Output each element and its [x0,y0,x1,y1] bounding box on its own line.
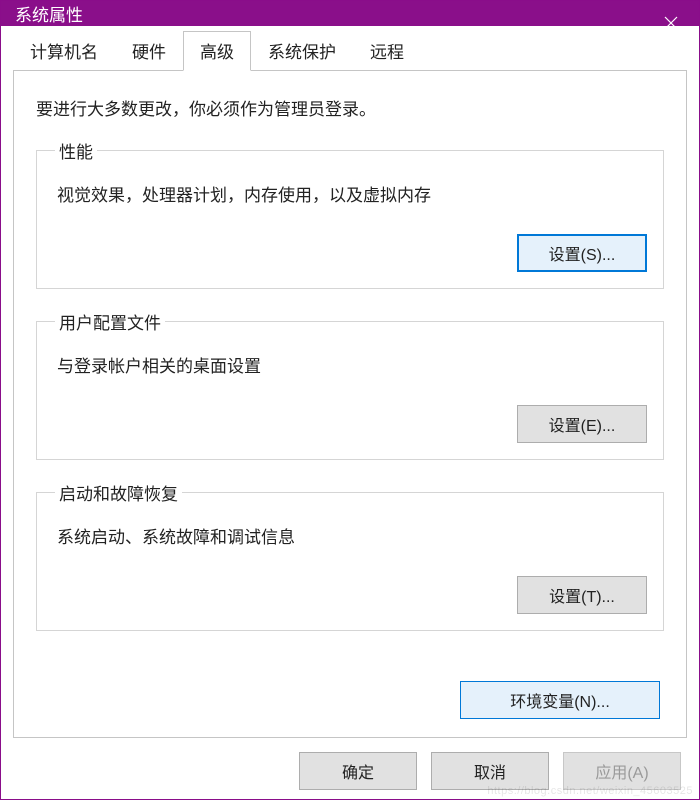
dialog-footer: 确定 取消 应用(A) [13,738,687,792]
startup-recovery-desc: 系统启动、系统故障和调试信息 [57,523,647,548]
user-profiles-group: 用户配置文件 与登录帐户相关的桌面设置 设置(E)... [36,309,664,460]
tab-hardware[interactable]: 硬件 [115,31,183,70]
performance-group: 性能 视觉效果，处理器计划，内存使用，以及虚拟内存 设置(S)... [36,138,664,289]
tab-remote[interactable]: 远程 [353,31,421,70]
performance-desc: 视觉效果，处理器计划，内存使用，以及虚拟内存 [57,181,647,206]
advanced-tab-page: 要进行大多数更改，你必须作为管理员登录。 性能 视觉效果，处理器计划，内存使用，… [13,70,687,738]
environment-variables-button[interactable]: 环境变量(N)... [460,681,660,719]
system-properties-window: 系统属性 计算机名 硬件 高级 系统保护 远程 要进行大多数更改，你必须作为管理… [0,0,700,800]
performance-settings-button[interactable]: 设置(S)... [517,234,647,272]
window-title: 系统属性 [15,1,83,26]
cancel-button[interactable]: 取消 [431,752,549,790]
user-profiles-legend: 用户配置文件 [55,309,165,334]
performance-legend: 性能 [55,138,97,163]
tab-computer-name[interactable]: 计算机名 [13,31,115,70]
startup-recovery-legend: 启动和故障恢复 [55,480,182,505]
titlebar: 系统属性 [1,1,699,26]
admin-note: 要进行大多数更改，你必须作为管理员登录。 [36,95,664,120]
startup-recovery-settings-button[interactable]: 设置(T)... [517,576,647,614]
startup-recovery-group: 启动和故障恢复 系统启动、系统故障和调试信息 设置(T)... [36,480,664,631]
dialog-body: 计算机名 硬件 高级 系统保护 远程 要进行大多数更改，你必须作为管理员登录。 … [1,26,699,800]
tabstrip: 计算机名 硬件 高级 系统保护 远程 [13,36,687,70]
user-profiles-desc: 与登录帐户相关的桌面设置 [57,352,647,377]
tab-system-protection[interactable]: 系统保护 [251,31,353,70]
apply-button[interactable]: 应用(A) [563,752,681,790]
user-profiles-settings-button[interactable]: 设置(E)... [517,405,647,443]
tab-advanced[interactable]: 高级 [183,31,251,71]
ok-button[interactable]: 确定 [299,752,417,790]
